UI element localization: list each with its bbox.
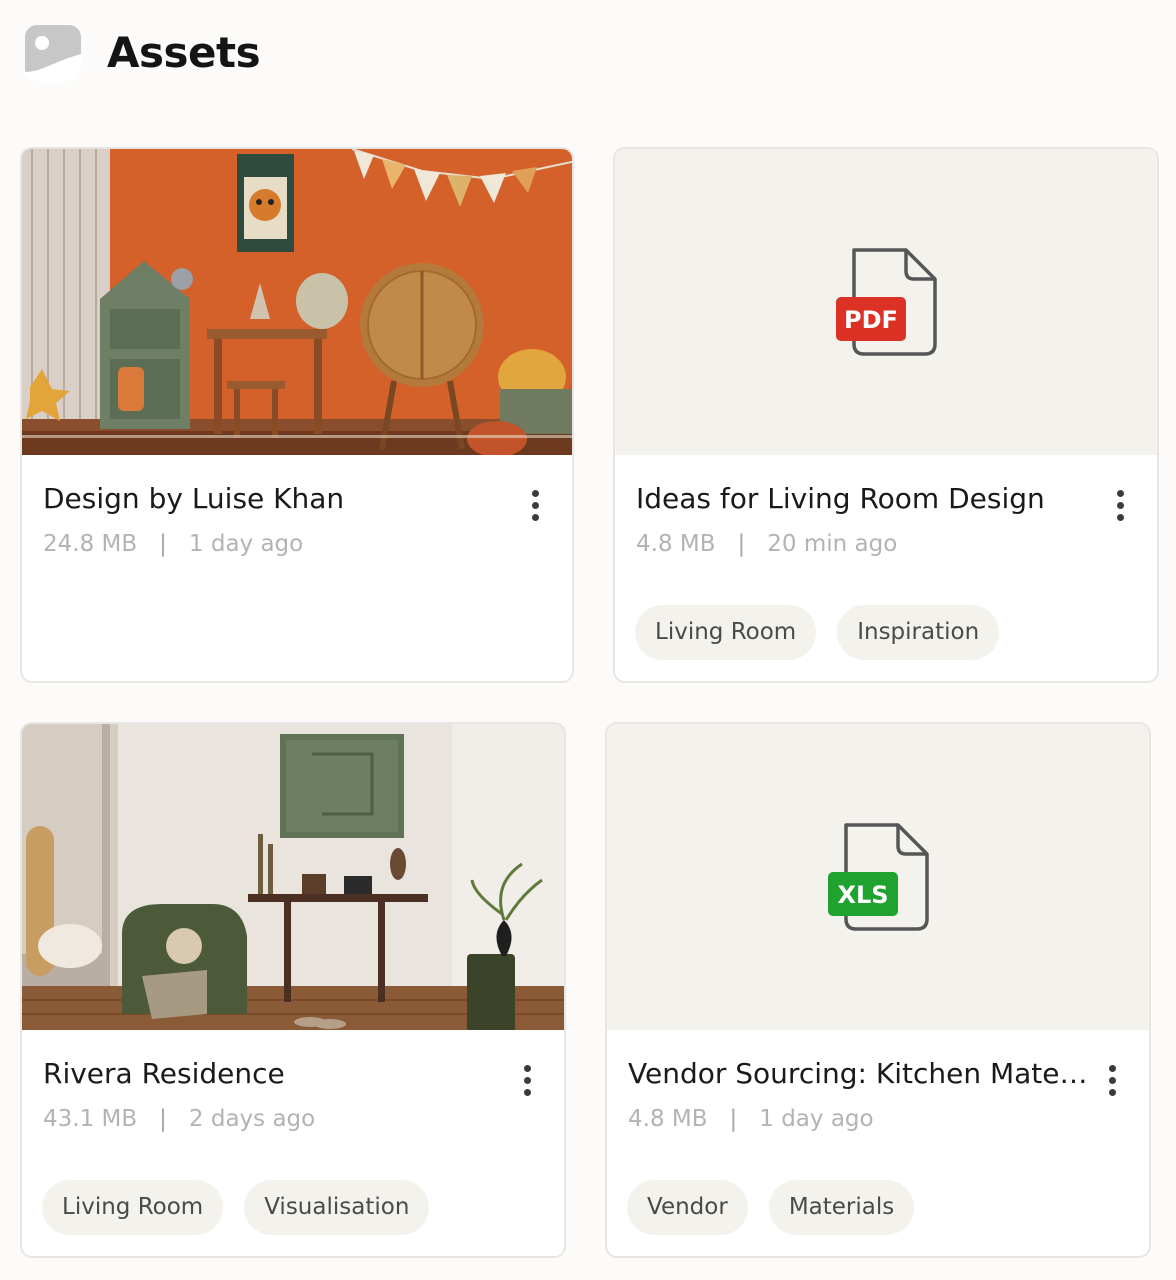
asset-thumbnail-image [22, 149, 572, 455]
asset-card[interactable]: Design by Luise Khan 24.8 MB | 1 day ago [20, 147, 574, 683]
asset-meta: 24.8 MB | 1 day ago [43, 527, 303, 561]
pdf-badge-label: PDF [844, 306, 898, 334]
tag-chip[interactable]: Inspiration [837, 605, 1000, 660]
asset-title[interactable]: Rivera Residence [43, 1054, 504, 1094]
upload-time: 20 min ago [767, 531, 898, 557]
meta-separator: | [159, 1106, 167, 1132]
kebab-dot-icon [531, 489, 539, 497]
tag-list: Living Room Inspiration [635, 605, 1000, 660]
tag-chip[interactable]: Living Room [42, 1180, 224, 1235]
more-options-button[interactable] [512, 1060, 542, 1100]
asset-card[interactable]: PDF Ideas for Living Room Design 4.8 MB |… [613, 147, 1159, 683]
file-size: 43.1 MB [43, 1106, 138, 1132]
file-size: 24.8 MB [43, 531, 138, 557]
tag-chip[interactable]: Visualisation [244, 1180, 430, 1235]
asset-title[interactable]: Ideas for Living Room Design [636, 479, 1097, 519]
more-options-button[interactable] [520, 485, 550, 525]
page-header: Assets [24, 24, 261, 82]
meta-separator: | [729, 1106, 738, 1132]
more-options-button[interactable] [1105, 485, 1135, 525]
file-size: 4.8 MB [628, 1106, 708, 1132]
asset-meta: 4.8 MB | 1 day ago [628, 1102, 874, 1136]
asset-title[interactable]: Design by Luise Khan [43, 479, 512, 519]
kebab-dot-icon [1116, 489, 1124, 497]
upload-time: 2 days ago [188, 1106, 316, 1132]
pdf-file-icon: PDF [836, 248, 937, 356]
xls-file-icon: XLS [828, 823, 929, 931]
tag-chip[interactable]: Living Room [635, 605, 817, 660]
file-size: 4.8 MB [636, 531, 716, 557]
page-title: Assets [107, 28, 261, 77]
asset-meta: 43.1 MB | 2 days ago [43, 1102, 315, 1136]
asset-thumbnail-image [22, 724, 564, 1030]
upload-time: 1 day ago [188, 531, 304, 557]
xls-badge-label: XLS [837, 881, 888, 909]
upload-time: 1 day ago [759, 1106, 874, 1132]
asset-card[interactable]: XLS Vendor Sourcing: Kitchen Materials 4… [605, 722, 1151, 1258]
image-icon [25, 25, 81, 81]
tag-chip[interactable]: Vendor [627, 1180, 748, 1235]
meta-separator: | [737, 531, 746, 557]
asset-thumbnail-file: XLS [607, 724, 1149, 1030]
tag-chip[interactable]: Materials [768, 1180, 915, 1235]
kebab-dot-icon [523, 1064, 531, 1072]
asset-card[interactable]: Rivera Residence 43.1 MB | 2 days ago Livi… [20, 722, 566, 1258]
meta-separator: | [159, 531, 167, 557]
tag-list: Living Room Visualisation [42, 1180, 430, 1235]
asset-thumbnail-file: PDF [615, 149, 1157, 455]
asset-meta: 4.8 MB | 20 min ago [636, 527, 897, 561]
asset-title[interactable]: Vendor Sourcing: Kitchen Materials [628, 1054, 1089, 1094]
tag-list: Vendor Materials [627, 1180, 915, 1235]
kebab-dot-icon [1108, 1064, 1116, 1072]
more-options-button[interactable] [1097, 1060, 1127, 1100]
